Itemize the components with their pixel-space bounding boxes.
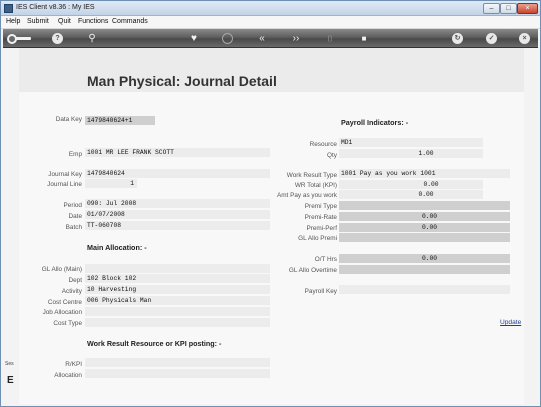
batch-label: Batch (65, 224, 82, 231)
work-result-type-label: Work Result Type (286, 172, 337, 179)
session-edge-text: Ses (5, 361, 14, 367)
maximize-button[interactable]: □ (500, 3, 517, 14)
ok-icon[interactable]: ✓ (486, 33, 497, 44)
history-icon[interactable] (222, 33, 233, 44)
payroll-indicators-heading: Payroll Indicators: - (341, 118, 409, 127)
date-field[interactable]: 01/07/2008 (85, 210, 270, 219)
panel-header: Man Physical: Journal Detail (19, 48, 524, 92)
journal-line-label: Journal Line (47, 181, 82, 188)
refresh-icon[interactable]: ↻ (452, 33, 463, 44)
ot-hrs-field[interactable]: 0.00 (339, 254, 510, 263)
rkpi-label: R/KPI (65, 361, 82, 368)
dept-field[interactable]: 102 Block 102 (85, 274, 270, 283)
qty-label: Qty (327, 152, 337, 159)
allocation-field[interactable] (85, 369, 270, 378)
gl-allo-overtime-field[interactable] (339, 265, 510, 274)
rkpi-field[interactable] (85, 358, 270, 367)
cost-centre-field[interactable]: 006 Physicals Man (85, 296, 270, 305)
search-icon[interactable]: ⚲ (85, 32, 99, 45)
gl-allo-premi-field[interactable] (339, 233, 510, 242)
dept-label: Dept (68, 277, 83, 284)
data-key-label: Data Key (55, 116, 82, 123)
resource-label: Resource (309, 141, 337, 148)
close-window-button[interactable]: × (517, 3, 538, 14)
cost-type-field[interactable] (85, 318, 270, 327)
update-link[interactable]: Update (500, 319, 521, 326)
period-field[interactable]: 090: Jul 2008 (85, 199, 270, 208)
page-title: Man Physical: Journal Detail (87, 73, 277, 89)
date-label: Date (68, 213, 83, 220)
heart-icon[interactable]: ♥ (187, 32, 201, 45)
cost-centre-label: Cost Centre (47, 299, 82, 306)
emp-label: Emp (68, 151, 82, 158)
stop-icon[interactable]: ■ (357, 32, 371, 45)
journal-detail-panel: Man Physical: Journal Detail Data Key 14… (19, 48, 524, 404)
next-record-icon[interactable]: ›› (289, 32, 303, 45)
menu-help[interactable]: Help (6, 18, 20, 25)
main-allocation-heading: Main Allocation: - (87, 243, 147, 252)
journal-key-field[interactable]: 1479840624 (85, 169, 270, 178)
batch-field[interactable]: TT-060708 (85, 221, 270, 230)
premi-rate-field[interactable]: 0.00 (339, 212, 510, 221)
payroll-key-field[interactable] (339, 285, 510, 294)
amt-pay-label: Amt Pay as you work (276, 192, 337, 199)
menu-bar: Help Submit Quit Functions Commands (1, 16, 540, 29)
premi-type-label: Premi Type (304, 203, 337, 210)
session-edge-icon: E (7, 375, 14, 386)
emp-field[interactable]: 1001 MR LEE FRANK SCOTT (85, 148, 270, 157)
premi-perf-label: Premi-Perf (306, 225, 337, 232)
cost-type-label: Cost Type (53, 320, 82, 327)
title-bar: IES Client v8.36 : My IES – □ × (1, 1, 540, 16)
kpi-posting-heading: Work Result Resource or KPI posting: - (87, 339, 222, 348)
toolbar: ? ⚲ ♥ « ›› ⌷ ■ ↻ ✓ × (3, 29, 538, 48)
premi-perf-field[interactable]: 0.00 (339, 223, 510, 232)
menu-commands[interactable]: Commands (112, 18, 148, 25)
menu-submit[interactable]: Submit (27, 18, 49, 25)
minimize-button[interactable]: – (483, 3, 500, 14)
activity-field[interactable]: 10 Harvesting (85, 285, 270, 294)
resource-field[interactable]: MD1 (339, 138, 483, 147)
job-allocation-field[interactable] (85, 307, 270, 316)
first-record-icon[interactable]: « (255, 32, 269, 45)
gl-allo-premi-label: GL Allo Premi (298, 235, 337, 242)
activity-label: Activity (61, 288, 82, 295)
period-label: Period (63, 202, 82, 209)
session-edge: Ses E (5, 361, 19, 391)
menu-functions[interactable]: Functions (78, 18, 108, 25)
work-result-type-field[interactable]: 1001 Pay as you work 1001 (339, 169, 510, 178)
qty-field[interactable]: 1.00 (339, 149, 483, 158)
wr-total-label: WR Total (KPI) (294, 182, 337, 189)
journal-key-label: Journal Key (48, 171, 82, 178)
trash-icon[interactable]: ⌷ (323, 32, 337, 45)
gl-allo-main-label: GL Allo (Main) (41, 266, 82, 273)
window-title: IES Client v8.36 : My IES (16, 4, 95, 11)
app-window: IES Client v8.36 : My IES – □ × Help Sub… (0, 0, 541, 407)
cancel-icon[interactable]: × (519, 33, 530, 44)
amt-pay-field[interactable]: 0.00 (339, 190, 483, 199)
app-icon (4, 4, 13, 13)
data-key-field[interactable]: 1479840624+1 (85, 116, 155, 125)
journal-line-field[interactable]: 1 (85, 179, 137, 188)
ot-hrs-label: O/T Hrs (314, 256, 337, 263)
wr-total-field[interactable]: 0.00 (339, 180, 483, 189)
premi-rate-label: Premi-Rate (304, 214, 337, 221)
allocation-label: Allocation (54, 372, 82, 379)
key-icon[interactable] (7, 34, 31, 44)
gl-allo-main-field[interactable] (85, 264, 270, 273)
help-icon[interactable]: ? (52, 33, 63, 44)
menu-quit[interactable]: Quit (58, 18, 71, 25)
payroll-key-label: Payroll Key (304, 288, 337, 295)
gl-allo-overtime-label: GL Allo Overtime (288, 267, 337, 274)
job-allocation-label: Job Allocation (42, 309, 82, 316)
premi-type-field[interactable] (339, 201, 510, 210)
